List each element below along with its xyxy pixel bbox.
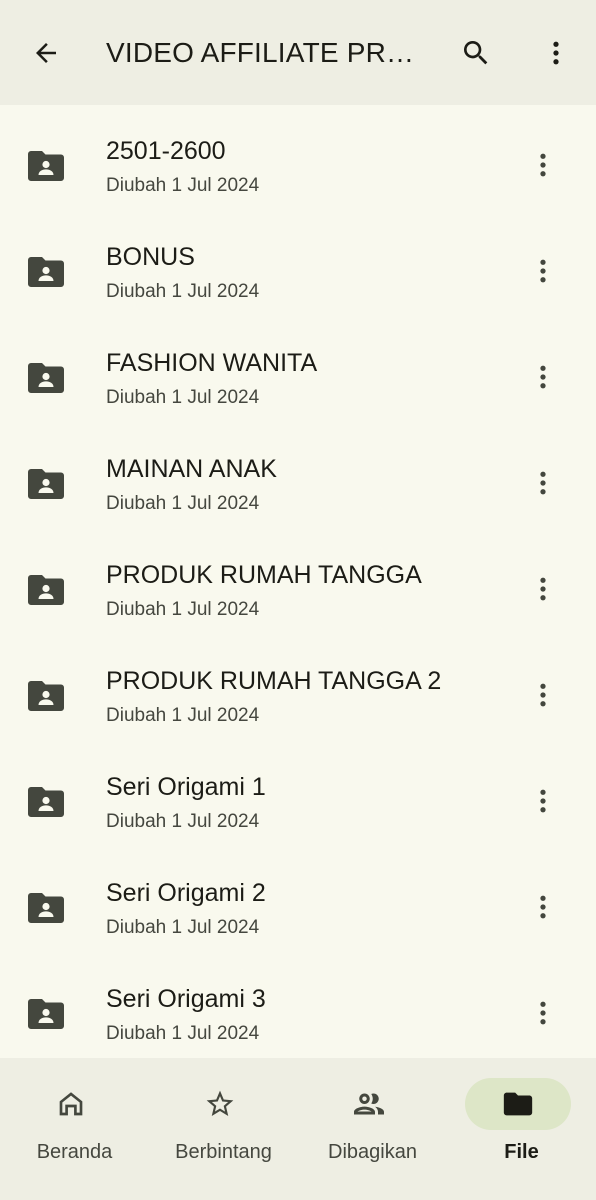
nav-label: File [504,1141,539,1163]
folder-name: Seri Origami 1 [106,773,266,801]
folder-row[interactable]: Seri Origami 2 Diubah 1 Jul 2024 [0,854,596,960]
folder-name: Seri Origami 3 [106,985,266,1013]
more-vertical-icon [540,1001,546,1025]
more-vertical-icon [540,153,546,177]
nav-label: Beranda [36,1141,113,1163]
folder-more-button[interactable] [522,779,564,823]
star-icon [206,1090,234,1116]
shared-folder-icon [28,575,64,605]
folder-name: Seri Origami 2 [106,879,266,907]
folder-name: 2501-2600 [106,137,226,165]
shared-folder-icon [28,363,64,393]
folder-row[interactable]: FASHION WANITA Diubah 1 Jul 2024 [0,324,596,430]
more-vertical-icon [540,365,546,389]
folder-modified-date: Diubah 1 Jul 2024 [106,1023,260,1044]
folder-name: FASHION WANITA [106,349,318,377]
more-vertical-icon [540,259,546,283]
folder-modified-date: Diubah 1 Jul 2024 [106,493,260,514]
drive-folder-screen: VIDEO AFFILIATE PRO... 2501-2600 Diubah 1… [0,0,596,1200]
shared-folder-icon [28,787,64,817]
folder-more-button[interactable] [522,355,564,399]
folder-row[interactable]: MAINAN ANAK Diubah 1 Jul 2024 [0,430,596,536]
folder-more-button[interactable] [522,461,564,505]
folder-more-button[interactable] [522,885,564,929]
nav-label: Berbintang [175,1141,272,1163]
search-icon [464,41,488,65]
home-icon [59,1092,83,1116]
folder-more-button[interactable] [522,249,564,293]
nav-pill-active [465,1078,571,1130]
more-vertical-icon [540,577,546,601]
nav-item-dibagikan[interactable]: Dibagikan [298,1058,447,1200]
people-icon [354,1093,384,1115]
shared-folder-icon [28,257,64,287]
folder-modified-date: Diubah 1 Jul 2024 [106,281,260,302]
folder-modified-date: Diubah 1 Jul 2024 [106,917,260,938]
folder-modified-date: Diubah 1 Jul 2024 [106,387,260,408]
shared-folder-icon [28,681,64,711]
nav-item-file[interactable]: File [447,1058,596,1200]
nav-label: Dibagikan [328,1141,417,1163]
arrow-left-icon [36,43,56,63]
folder-modified-date: Diubah 1 Jul 2024 [106,175,260,196]
folder-name: MAINAN ANAK [106,455,277,483]
folder-modified-date: Diubah 1 Jul 2024 [106,811,260,832]
search-button[interactable] [452,29,500,77]
shared-folder-icon [28,999,64,1029]
folder-more-button[interactable] [522,991,564,1035]
more-vertical-icon [540,895,546,919]
folder-modified-date: Diubah 1 Jul 2024 [106,705,260,726]
shared-folder-icon [28,893,64,923]
nav-pill [167,1078,273,1130]
folder-more-button[interactable] [522,673,564,717]
folder-row[interactable]: 2501-2600 Diubah 1 Jul 2024 [0,112,596,218]
folder-icon [503,1092,533,1116]
top-app-bar: VIDEO AFFILIATE PRO... [0,0,596,105]
shared-folder-icon [28,469,64,499]
nav-item-beranda[interactable]: Beranda [0,1058,149,1200]
folder-name: PRODUK RUMAH TANGGA 2 [106,667,442,695]
page-title: VIDEO AFFILIATE PRO... [106,37,426,68]
bottom-navigation: Beranda Berbintang Dibagikan File [0,1058,596,1200]
folder-row[interactable]: Seri Origami 1 Diubah 1 Jul 2024 [0,748,596,854]
more-options-button[interactable] [532,29,580,77]
folder-row[interactable]: Seri Origami 3 Diubah 1 Jul 2024 [0,960,596,1066]
nav-item-berbintang[interactable]: Berbintang [149,1058,298,1200]
more-vertical-icon [540,789,546,813]
folder-row[interactable]: BONUS Diubah 1 Jul 2024 [0,218,596,324]
folder-name: BONUS [106,243,195,271]
more-vertical-icon [553,41,559,65]
nav-pill [18,1078,124,1130]
folder-list: 2501-2600 Diubah 1 Jul 2024 BONUS Diubah 1 … [0,112,596,1066]
folder-modified-date: Diubah 1 Jul 2024 [106,599,260,620]
more-vertical-icon [540,471,546,495]
folder-more-button[interactable] [522,567,564,611]
nav-pill [316,1078,422,1130]
shared-folder-icon [28,151,64,181]
folder-row[interactable]: PRODUK RUMAH TANGGA Diubah 1 Jul 2024 [0,536,596,642]
back-button[interactable] [22,29,70,77]
folder-name: PRODUK RUMAH TANGGA [106,561,422,589]
folder-more-button[interactable] [522,143,564,187]
folder-row[interactable]: PRODUK RUMAH TANGGA 2 Diubah 1 Jul 2024 [0,642,596,748]
more-vertical-icon [540,683,546,707]
